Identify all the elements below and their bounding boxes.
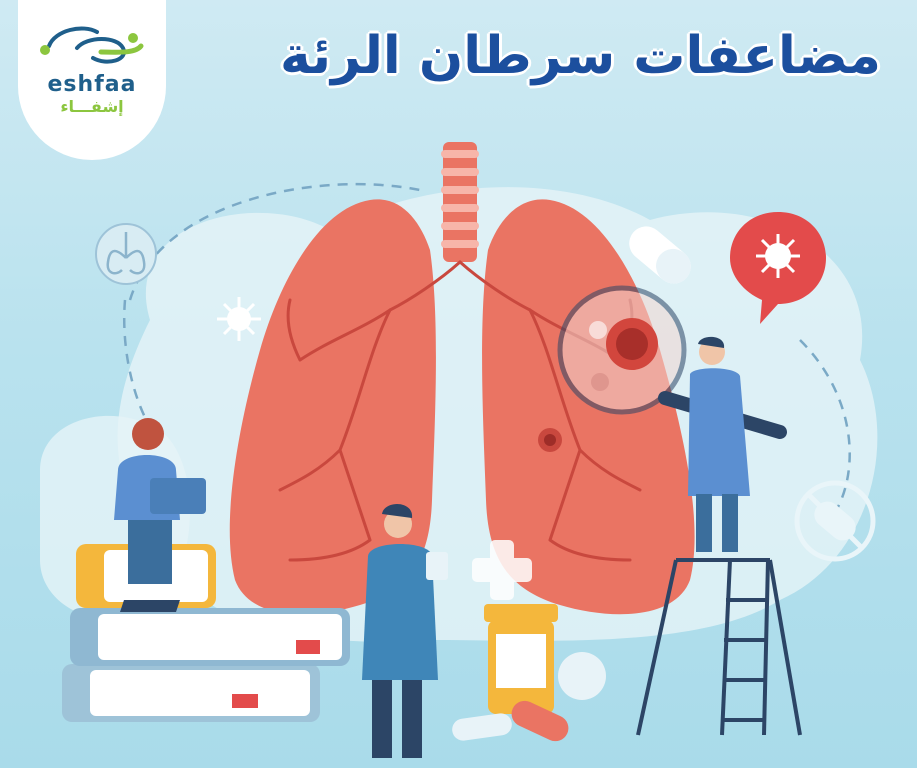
lungs-icon [95,223,157,285]
logo-mark-icon [40,26,144,64]
trachea [441,142,479,262]
brand-logo: eshfaa إشفـــاء [18,0,166,160]
logo-text-arabic: إشفـــاء [60,97,124,116]
logo-text-english: eshfaa [47,72,137,97]
page-title: مضاعفات سرطان الرئة [278,25,882,88]
